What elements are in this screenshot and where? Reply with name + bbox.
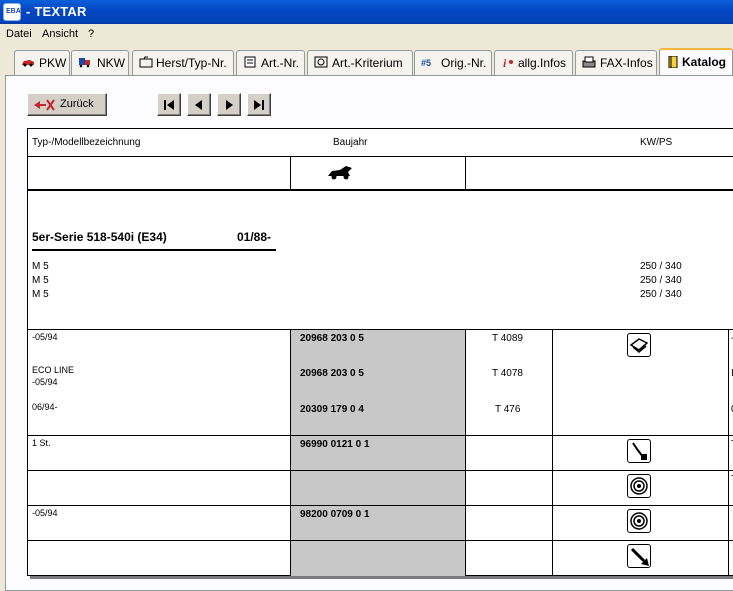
next-record-button[interactable] (217, 93, 241, 116)
catalog-panel: Zurück Typ-/Modellbezeichnung Baujahr KW… (5, 75, 733, 591)
number-icon: #5 (421, 58, 431, 68)
part-number[interactable]: 96990 0121 0 1 (300, 439, 370, 450)
textar-number: T 476 (495, 404, 521, 415)
app-icon[interactable]: EBAY (3, 3, 25, 21)
variant-kwps: 250 / 340 (640, 261, 682, 272)
criteria-icon (314, 56, 328, 68)
part-number[interactable]: 20309 179 0 4 (300, 404, 364, 415)
info-icon: i (503, 56, 513, 68)
brake-pad-icon[interactable] (627, 333, 651, 357)
menu-ansicht[interactable]: Ansicht (42, 28, 78, 40)
arrow-right-icon (226, 100, 233, 110)
tab-orig-nr[interactable]: #5 Orig.-Nr. (414, 50, 492, 75)
variant-name: M 5 (32, 261, 49, 272)
document-icon (244, 56, 256, 68)
row-note: -05/94 (32, 332, 58, 342)
title-bar: EBAY - TEXTAR (0, 0, 733, 24)
part-number-column-shade (290, 329, 465, 576)
tab-art-nr[interactable]: Art.-Nr. (236, 50, 305, 75)
svg-text:i: i (503, 56, 507, 68)
fax-icon (582, 56, 596, 68)
header-kwps: KW/PS (640, 137, 673, 148)
row-note: ECO LINE (32, 365, 75, 375)
part-number[interactable]: 20968 203 0 5 (300, 333, 364, 344)
variant-name: M 5 (32, 289, 49, 300)
tab-herst-typ-nr[interactable]: Herst/Typ-Nr. (132, 50, 234, 75)
menu-bar: Datei Ansicht ? (0, 24, 733, 44)
header-year: Baujahr (333, 137, 368, 148)
skip-last-icon (254, 100, 264, 110)
row-note: -05/94 (32, 377, 58, 387)
tab-nkw[interactable]: NKW (71, 50, 129, 75)
menu-help[interactable]: ? (88, 28, 94, 40)
book-icon (668, 56, 678, 68)
car-icon (328, 166, 352, 180)
part-number[interactable]: 98200 0709 0 1 (300, 509, 370, 520)
tab-fax-infos[interactable]: FAX-Infos (575, 50, 657, 75)
variant-name: M 5 (32, 275, 49, 286)
tab-strip: PKW NKW Herst/Typ-Nr. Art.-Nr. Art.-Krit… (0, 48, 733, 75)
arrow-left-icon (195, 100, 202, 110)
variant-kwps: 250 / 340 (640, 275, 682, 286)
last-record-button[interactable] (247, 93, 271, 116)
truck-icon (79, 58, 90, 68)
tab-allg-infos[interactable]: i allg.Infos (494, 50, 573, 75)
header-type: Typ-/Modellbezeichnung (32, 137, 141, 148)
back-button[interactable]: Zurück (27, 93, 107, 116)
variant-kwps: 250 / 340 (640, 289, 682, 300)
part-number[interactable]: 20968 203 0 5 (300, 368, 364, 379)
tool-icon[interactable] (627, 544, 651, 568)
catalog-table: Typ-/Modellbezeichnung Baujahr KW/PS 5er… (27, 128, 733, 576)
model-name: 5er-Serie 518-540i (E34) (32, 230, 167, 244)
menu-datei[interactable]: Datei (6, 28, 32, 40)
row-note: 06/94- (32, 402, 58, 412)
previous-record-button[interactable] (187, 93, 211, 116)
wear-sensor-icon[interactable] (627, 439, 651, 463)
textar-number: T 4078 (492, 368, 523, 379)
svg-text:#5: #5 (421, 58, 431, 68)
textar-number: T 4089 (492, 333, 523, 344)
brake-disc-icon[interactable] (627, 474, 651, 498)
first-record-button[interactable] (157, 93, 181, 116)
skip-first-icon (164, 100, 174, 110)
tab-art-kriterium[interactable]: Art.-Kriterium (307, 50, 413, 75)
model-year: 01/88- (237, 230, 272, 244)
row-note: 1 St. (32, 438, 51, 448)
car-icon (22, 60, 34, 67)
back-arrow-icon (34, 99, 55, 111)
row-note: -05/94 (32, 508, 58, 518)
folder-icon (139, 56, 153, 68)
tab-katalog[interactable]: Katalog (659, 48, 733, 75)
window-title: - TEXTAR (26, 4, 87, 19)
brake-disc-icon[interactable] (627, 509, 651, 533)
tab-pkw[interactable]: PKW (14, 50, 70, 75)
